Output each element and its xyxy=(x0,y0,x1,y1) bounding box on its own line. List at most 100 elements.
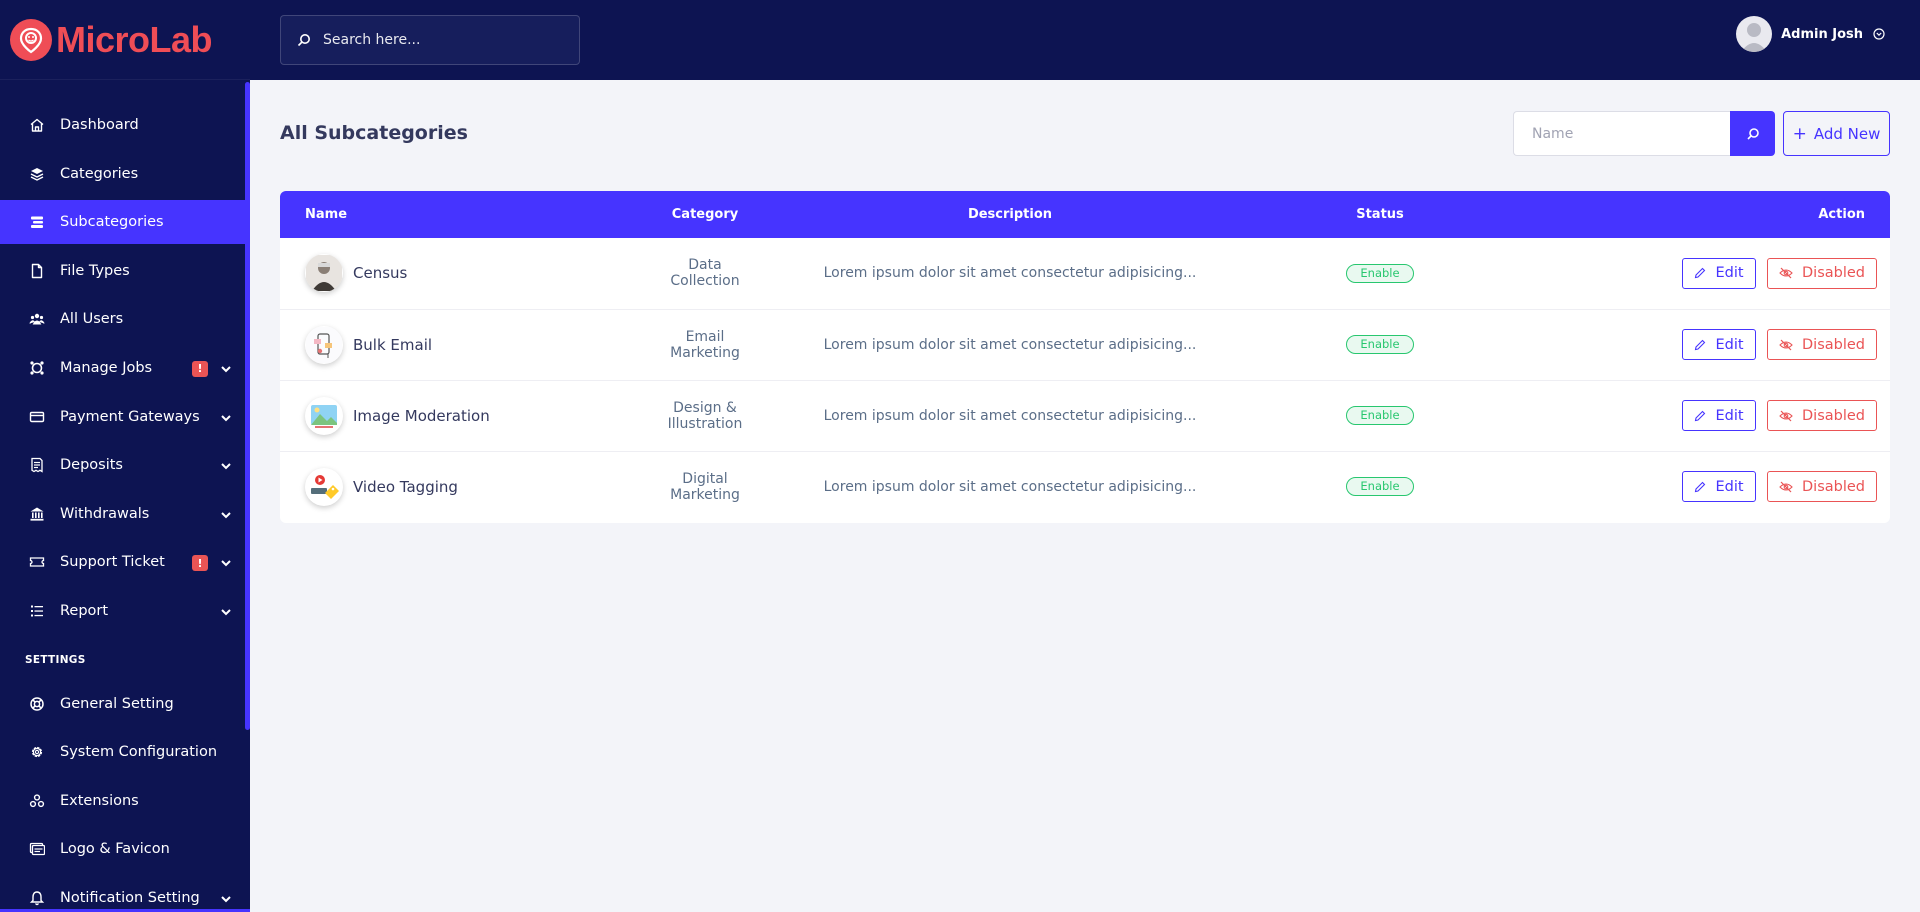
table-row: Image Moderation Design & Illustration L… xyxy=(280,380,1890,451)
status-badge: Enable xyxy=(1346,477,1414,497)
filter-search-button[interactable] xyxy=(1730,111,1775,156)
brand-logo-icon xyxy=(10,18,52,61)
description-cell: Lorem ipsum dolor sit amet consectetur a… xyxy=(823,478,1197,495)
sidebar-item-withdrawals[interactable]: Withdrawals xyxy=(0,492,250,536)
sidebar-item-manage-jobs[interactable]: Manage Jobs ! xyxy=(0,346,250,390)
chevron-down-icon xyxy=(221,463,231,470)
disable-button[interactable]: Disabled xyxy=(1767,400,1877,431)
sidebar-item-label: Categories xyxy=(60,165,139,182)
sidebar-item-support-ticket[interactable]: Support Ticket ! xyxy=(0,540,250,584)
name-filter-input[interactable] xyxy=(1513,111,1730,156)
status-badge: Enable xyxy=(1346,406,1414,425)
gear-icon xyxy=(28,743,46,761)
page-title: All Subcategories xyxy=(280,122,468,144)
bulk-email-thumbnail-icon xyxy=(305,325,343,364)
users-icon xyxy=(28,310,46,328)
top-search[interactable] xyxy=(280,15,580,65)
sidebar-item-general-setting[interactable]: General Setting xyxy=(0,682,250,726)
image-moderation-thumbnail-icon xyxy=(305,396,343,435)
eye-slash-icon xyxy=(1779,267,1793,279)
disable-button[interactable]: Disabled xyxy=(1767,329,1877,360)
sidebar-item-subcategories[interactable]: Subcategories xyxy=(0,200,250,245)
pencil-icon xyxy=(1695,267,1706,279)
sidebar-item-label: System Configuration xyxy=(60,744,218,761)
list-icon xyxy=(28,602,46,620)
sidebar-item-all-users[interactable]: All Users xyxy=(0,297,250,341)
cubes-icon xyxy=(28,792,46,810)
disable-label: Disabled xyxy=(1802,478,1865,495)
edit-button[interactable]: Edit xyxy=(1682,257,1756,289)
column-header-action: Action xyxy=(1818,207,1865,222)
sidebar-item-logo-favicon[interactable]: Logo & Favicon xyxy=(0,827,250,871)
brand[interactable]: MicroLab xyxy=(0,0,250,80)
search-icon xyxy=(1746,127,1759,140)
brand-name: MicroLab xyxy=(56,18,213,60)
subcategory-name: Census xyxy=(353,264,408,283)
ticket-icon xyxy=(28,553,46,571)
sidebar-item-system-configuration[interactable]: System Configuration xyxy=(0,730,250,774)
sidebar-item-deposits[interactable]: Deposits xyxy=(0,443,250,487)
topbar: Admin Josh xyxy=(250,0,1920,80)
edit-button[interactable]: Edit xyxy=(1682,400,1756,431)
column-header-description: Description xyxy=(967,207,1053,222)
sidebar-menu: Dashboard Categories Subcategories File … xyxy=(0,103,250,912)
sidebar-item-label: All Users xyxy=(60,311,124,328)
edit-button[interactable]: Edit xyxy=(1682,329,1756,360)
edit-label: Edit xyxy=(1715,265,1744,282)
file-icon xyxy=(28,262,46,280)
description-cell: Lorem ipsum dolor sit amet consectetur a… xyxy=(823,336,1197,353)
chevron-down-icon xyxy=(221,560,231,567)
chevron-down-icon xyxy=(221,414,231,421)
edit-button[interactable]: Edit xyxy=(1682,471,1756,503)
plus-icon: + xyxy=(1792,123,1807,144)
profile-menu[interactable]: Admin Josh xyxy=(1736,16,1885,52)
sidebar-item-categories[interactable]: Categories xyxy=(0,152,250,196)
column-header-category: Category xyxy=(671,207,739,222)
edit-label: Edit xyxy=(1715,407,1744,424)
bank-icon xyxy=(28,505,46,523)
subcategory-name: Bulk Email xyxy=(353,335,433,354)
add-new-label: Add New xyxy=(1813,124,1881,143)
subcategory-name: Image Moderation xyxy=(353,406,490,425)
description-cell: Lorem ipsum dolor sit amet consectetur a… xyxy=(823,407,1197,424)
column-header-name: Name xyxy=(305,207,348,222)
column-header-status: Status xyxy=(1356,207,1404,222)
chevron-down-icon xyxy=(221,512,231,519)
eye-slash-icon xyxy=(1779,339,1793,350)
sidebar-item-label: Extensions xyxy=(60,792,139,809)
sidebar-item-payment-gateways[interactable]: Payment Gateways xyxy=(0,395,250,439)
sidebar: MicroLab Dashboard Categories Subcategor… xyxy=(0,0,250,912)
eye-slash-icon xyxy=(1779,481,1793,493)
disable-button[interactable]: Disabled xyxy=(1767,257,1877,289)
eye-slash-icon xyxy=(1779,410,1793,421)
add-new-button[interactable]: + Add New xyxy=(1783,111,1890,156)
disable-label: Disabled xyxy=(1802,407,1865,424)
table-row: Census Data Collection Lorem ipsum dolor… xyxy=(280,238,1890,309)
sidebar-item-notification-setting[interactable]: Notification Setting xyxy=(0,876,250,912)
disable-label: Disabled xyxy=(1802,336,1865,353)
subcategories-table: Name Category Description Status Action … xyxy=(280,191,1890,523)
chevron-down-icon xyxy=(221,609,231,616)
search-input[interactable] xyxy=(323,32,563,48)
chevron-down-icon xyxy=(221,366,231,373)
edit-label: Edit xyxy=(1715,478,1744,495)
pencil-icon xyxy=(1695,410,1706,421)
table-header-row: Name Category Description Status Action xyxy=(280,191,1890,238)
sidebar-item-label: Report xyxy=(60,602,109,619)
subcategory-name: Video Tagging xyxy=(353,477,458,496)
sidebar-item-label: Payment Gateways xyxy=(60,408,200,425)
sidebar-item-extensions[interactable]: Extensions xyxy=(0,779,250,823)
image-icon xyxy=(28,840,46,858)
sidebar-item-report[interactable]: Report xyxy=(0,589,250,633)
life-ring-icon xyxy=(28,695,46,713)
layers-icon xyxy=(28,165,46,183)
disable-label: Disabled xyxy=(1802,265,1865,282)
status-badge: Enable xyxy=(1346,335,1414,354)
sidebar-item-file-types[interactable]: File Types xyxy=(0,249,250,293)
sidebar-item-label: Notification Setting xyxy=(60,889,200,906)
disable-button[interactable]: Disabled xyxy=(1767,471,1877,503)
sidebar-item-dashboard[interactable]: Dashboard xyxy=(0,103,250,147)
sidebar-item-label: Support Ticket xyxy=(60,554,165,571)
name-filter xyxy=(1513,111,1775,156)
status-badge: Enable xyxy=(1346,263,1414,283)
